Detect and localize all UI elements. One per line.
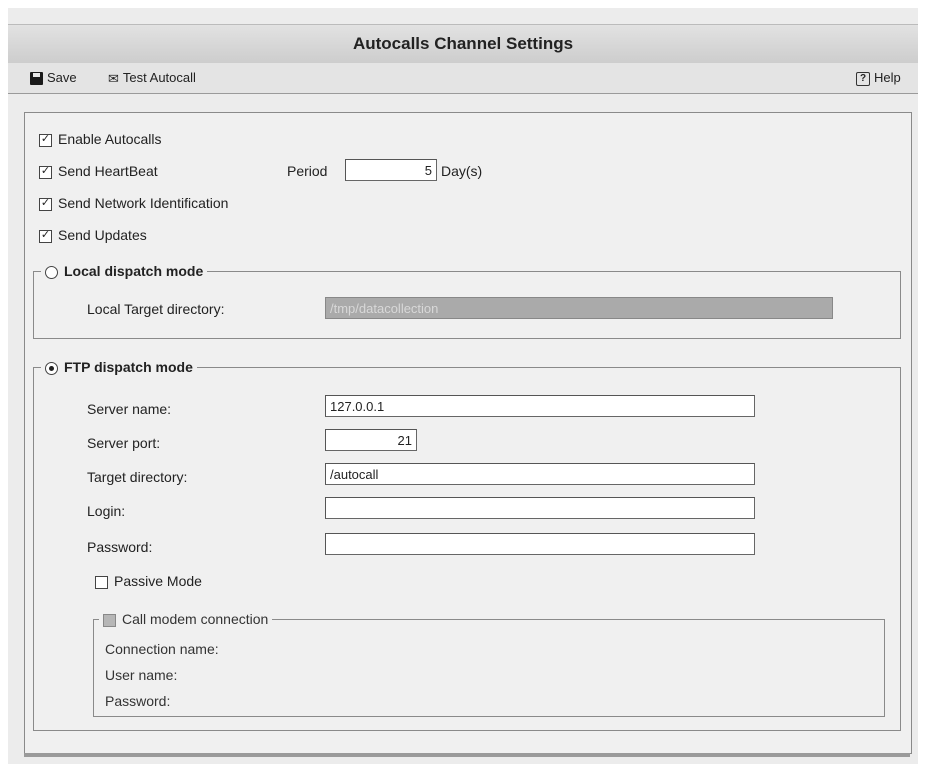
server-port-input[interactable]: 21	[325, 429, 417, 451]
test-autocall-button[interactable]: ✉ Test Autocall	[108, 69, 196, 87]
login-input[interactable]	[325, 497, 755, 519]
send-heartbeat-label: Send HeartBeat	[58, 163, 158, 179]
send-updates-check[interactable]	[39, 229, 52, 243]
passive-mode-check[interactable]	[95, 575, 108, 589]
login-label: Login:	[87, 503, 126, 519]
local-target-input[interactable]: /tmp/datacollection	[325, 297, 833, 319]
help-button[interactable]: ? Help	[856, 69, 901, 87]
local-dispatch-label: Local dispatch mode	[64, 263, 204, 279]
call-modem-label: Call modem connection	[122, 611, 269, 627]
ftp-dispatch-radio-button[interactable]	[45, 361, 58, 375]
help-icon: ?	[856, 71, 870, 86]
server-name-label: Server name:	[87, 401, 172, 417]
send-updates-label: Send Updates	[58, 227, 147, 243]
passive-mode-label: Passive Mode	[114, 573, 202, 589]
period-label: Period	[287, 163, 328, 179]
test-autocall-label: Test Autocall	[122, 70, 196, 85]
enable-autocalls-label: Enable Autocalls	[58, 131, 162, 147]
target-directory-label: Target directory:	[87, 469, 188, 485]
local-target-label: Local Target directory:	[87, 301, 225, 317]
autocalls-settings-window: Autocalls Channel Settings Save ✉ Test Au…	[8, 8, 918, 764]
call-modem-checkbox[interactable]: Call modem connection	[99, 609, 273, 629]
toolbar: Save ✉ Test Autocall ? Help	[8, 63, 918, 94]
password-label: Password:	[87, 539, 153, 555]
modem-group	[93, 619, 885, 717]
server-name-input[interactable]: 127.0.0.1	[325, 395, 755, 417]
send-heartbeat-check[interactable]	[39, 165, 52, 179]
test-icon: ✉	[108, 70, 119, 86]
period-unit: Day(s)	[441, 163, 483, 179]
local-dispatch-radio-button[interactable]	[45, 265, 58, 279]
bottom-divider	[24, 753, 910, 757]
ftp-dispatch-label: FTP dispatch mode	[64, 359, 193, 375]
ftp-dispatch-radio[interactable]: FTP dispatch mode	[41, 357, 197, 377]
settings-panel: Enable Autocalls Send HeartBeat Period 5…	[24, 112, 912, 754]
enable-autocalls-checkbox[interactable]: Enable Autocalls	[39, 129, 162, 149]
period-input[interactable]: 5	[345, 159, 437, 181]
enable-autocalls-check[interactable]	[39, 133, 52, 147]
save-icon	[30, 72, 43, 86]
passive-mode-checkbox[interactable]: Passive Mode	[95, 571, 202, 591]
local-dispatch-radio[interactable]: Local dispatch mode	[41, 261, 208, 281]
save-button[interactable]: Save	[30, 69, 77, 87]
connection-name-label: Connection name:	[105, 641, 219, 657]
call-modem-check[interactable]	[103, 613, 116, 627]
window-title: Autocalls Channel Settings	[8, 24, 918, 64]
help-label: Help	[874, 70, 901, 85]
send-network-id-checkbox[interactable]: Send Network Identification	[39, 193, 228, 213]
send-network-id-label: Send Network Identification	[58, 195, 229, 211]
password-input[interactable]	[325, 533, 755, 555]
send-network-id-check[interactable]	[39, 197, 52, 211]
modem-password-label: Password:	[105, 693, 171, 709]
send-updates-checkbox[interactable]: Send Updates	[39, 225, 147, 245]
save-label: Save	[47, 70, 77, 85]
send-heartbeat-checkbox[interactable]: Send HeartBeat	[39, 161, 158, 181]
target-directory-input[interactable]: /autocall	[325, 463, 755, 485]
server-port-label: Server port:	[87, 435, 161, 451]
user-name-label: User name:	[105, 667, 178, 683]
